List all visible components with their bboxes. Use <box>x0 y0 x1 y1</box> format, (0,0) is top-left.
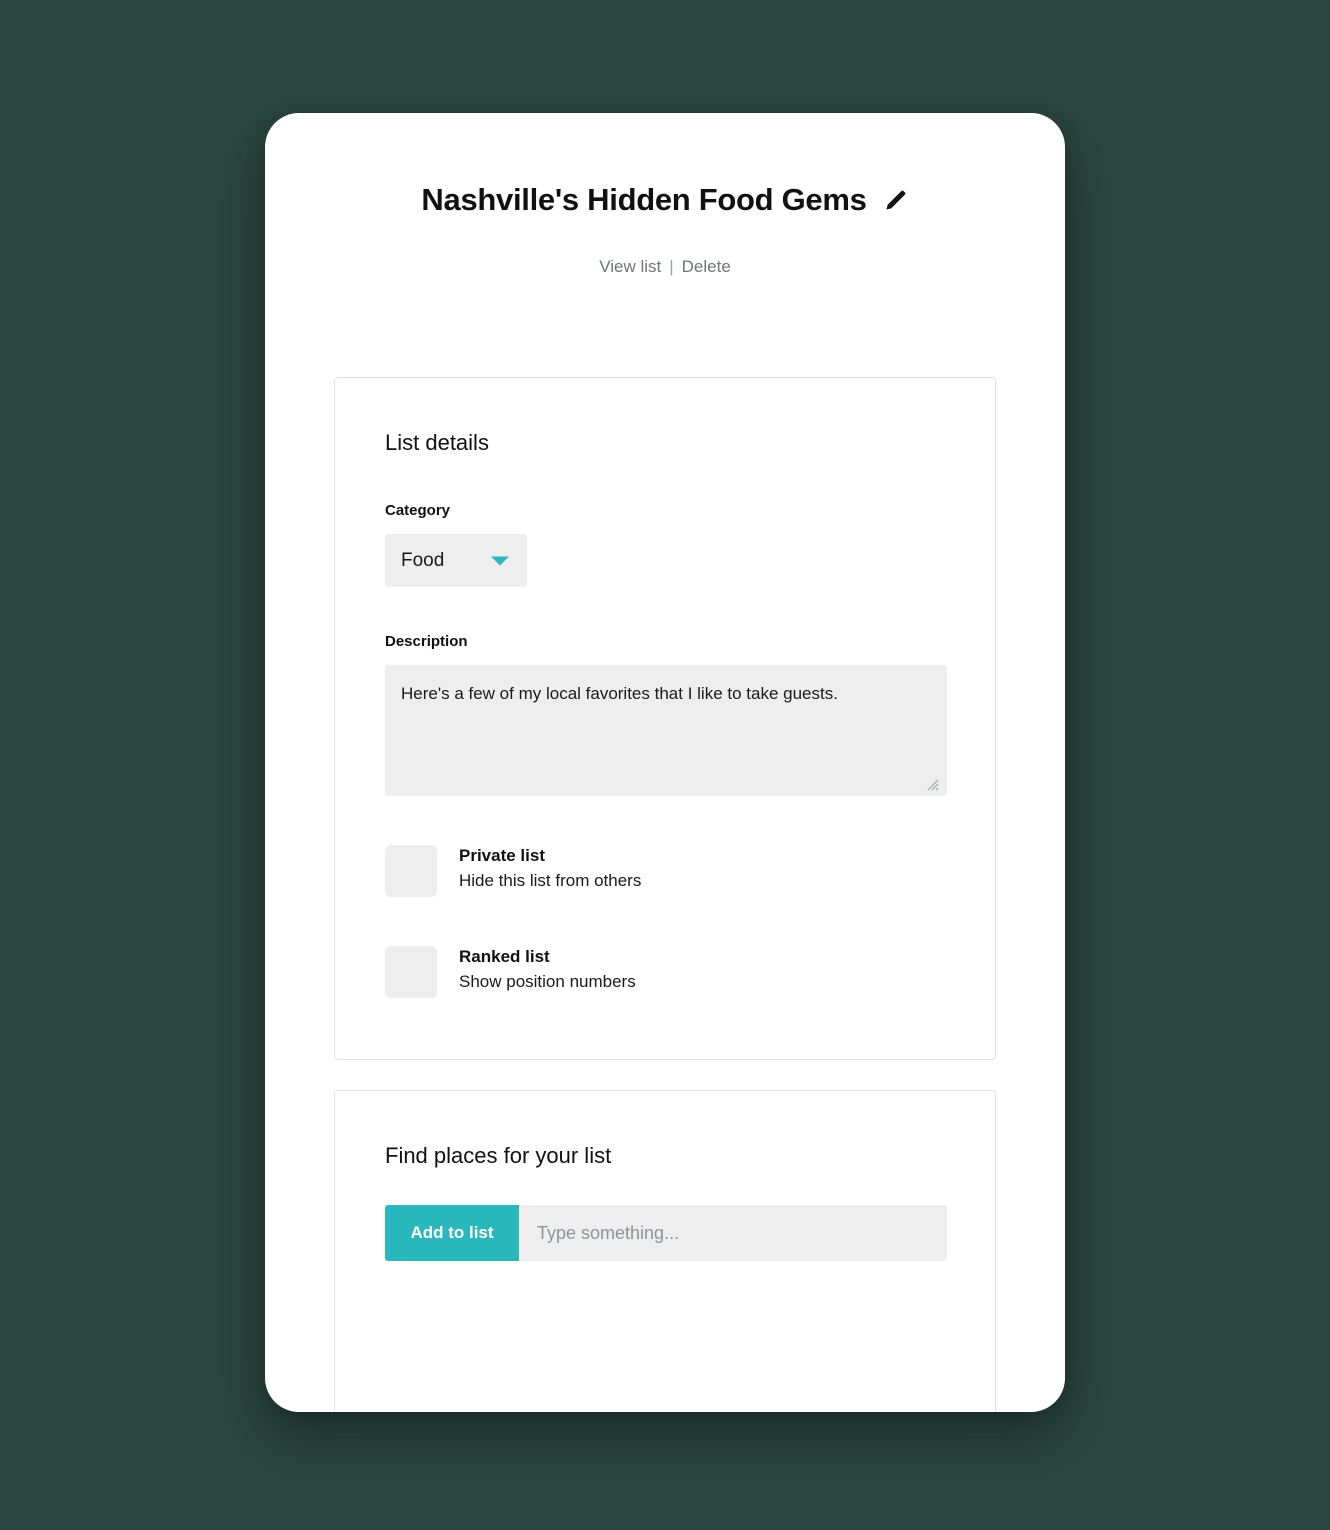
page-title: Nashville's Hidden Food Gems <box>421 182 867 217</box>
list-details-panel: List details Category Food Description H… <box>334 377 996 1060</box>
ranked-list-title: Ranked list <box>459 947 550 967</box>
private-list-checkbox[interactable] <box>385 845 437 898</box>
description-input[interactable] <box>385 665 947 797</box>
page-header: Nashville's Hidden Food Gems <box>265 182 1065 217</box>
ranked-list-checkbox[interactable] <box>385 946 437 999</box>
private-list-toggle-row[interactable]: Private list Hide this list from others <box>385 843 945 898</box>
chevron-down-icon <box>491 556 509 566</box>
ranked-list-toggle-row[interactable]: Ranked list Show position numbers <box>385 944 945 999</box>
header-links: View list | Delete <box>265 258 1065 275</box>
category-select[interactable]: Food <box>385 534 527 588</box>
add-to-list-button[interactable]: Add to list <box>385 1205 519 1262</box>
list-editor-card: Nashville's Hidden Food Gems View list | D… <box>265 113 1065 1412</box>
private-list-title: Private list <box>459 846 545 866</box>
private-list-subtitle: Hide this list from others <box>459 870 642 890</box>
view-list-link[interactable]: View list <box>599 257 661 276</box>
ranked-list-subtitle: Show position numbers <box>459 971 636 991</box>
link-separator: | <box>669 257 674 277</box>
pencil-icon[interactable] <box>883 187 909 213</box>
find-places-panel: Find places for your list Add to list DE… <box>334 1090 996 1412</box>
place-search-row: Add to list <box>385 1205 947 1262</box>
category-select-value: Food <box>401 549 445 571</box>
description-label: Description <box>385 633 468 651</box>
list-details-title: List details <box>385 430 489 455</box>
find-places-title: Find places for your list <box>385 1143 612 1168</box>
delete-list-link[interactable]: Delete <box>682 257 731 276</box>
place-search-input[interactable] <box>519 1205 947 1262</box>
category-label: Category <box>385 502 451 520</box>
app-screen: Nashville's Hidden Food Gems View list | D… <box>0 0 1330 1530</box>
